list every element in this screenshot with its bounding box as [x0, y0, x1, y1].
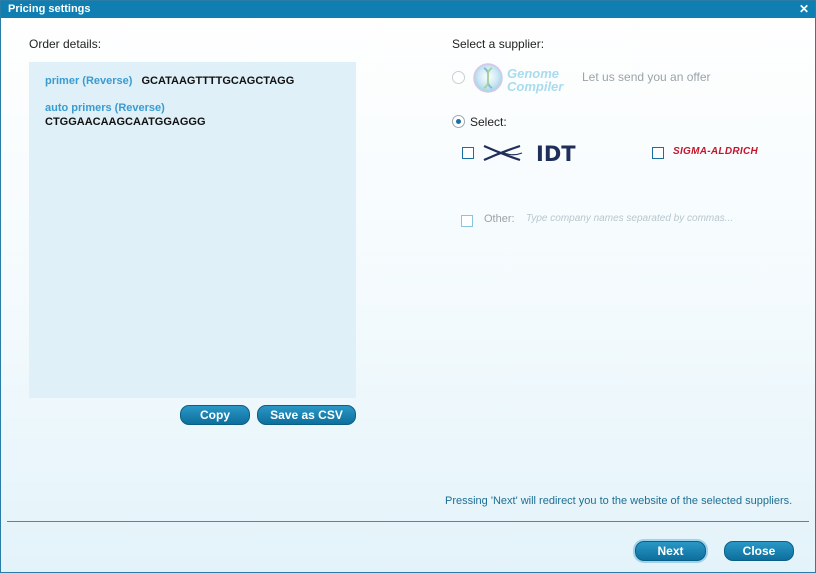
pricing-settings-dialog: Pricing settings ✕ Order details: primer…: [0, 0, 816, 573]
idt-checkbox[interactable]: [462, 147, 474, 159]
select-radio-label: Select:: [470, 115, 507, 129]
other-suppliers-input[interactable]: Type company names separated by commas..…: [526, 213, 733, 224]
select-radio[interactable]: [452, 115, 465, 128]
sigma-aldrich-logo: SIGMA-ALDRICH: [673, 146, 759, 157]
title-bar: Pricing settings ✕: [1, 1, 815, 18]
idt-logo: IDT: [483, 142, 576, 165]
close-button[interactable]: Close: [724, 541, 794, 561]
genome-compiler-radio[interactable]: [452, 71, 465, 84]
idt-logo-text: IDT: [536, 142, 576, 165]
other-label: Other:: [484, 213, 515, 225]
sigma-aldrich-checkbox[interactable]: [652, 147, 664, 159]
redirect-note: Pressing 'Next' will redirect you to the…: [445, 495, 793, 507]
footer-divider: [7, 521, 809, 522]
close-icon[interactable]: ✕: [799, 1, 809, 18]
order-item-sequence: GCATAAGTTTTGCAGCTAGG: [141, 75, 295, 87]
order-item-label: primer (Reverse): [45, 75, 133, 87]
genome-compiler-line2: Compiler: [507, 79, 564, 94]
order-item: primer (Reverse) GCATAAGTTTTGCAGCTAGG: [45, 75, 294, 87]
genome-compiler-offer-text: Let us send you an offer: [582, 70, 711, 84]
save-csv-button[interactable]: Save as CSV: [257, 405, 356, 425]
other-checkbox[interactable]: [461, 215, 473, 227]
order-item-label: auto primers (Reverse): [45, 102, 165, 114]
order-details-box: primer (Reverse) GCATAAGTTTTGCAGCTAGG au…: [29, 62, 356, 398]
select-supplier-heading: Select a supplier:: [452, 37, 545, 51]
order-item-sequence: CTGGAACAAGCAATGGAGGG: [45, 116, 206, 128]
next-button[interactable]: Next: [635, 541, 706, 561]
dialog-title: Pricing settings: [8, 3, 91, 15]
genome-compiler-logo: [473, 63, 503, 93]
copy-button[interactable]: Copy: [180, 405, 250, 425]
order-details-heading: Order details:: [29, 37, 102, 51]
